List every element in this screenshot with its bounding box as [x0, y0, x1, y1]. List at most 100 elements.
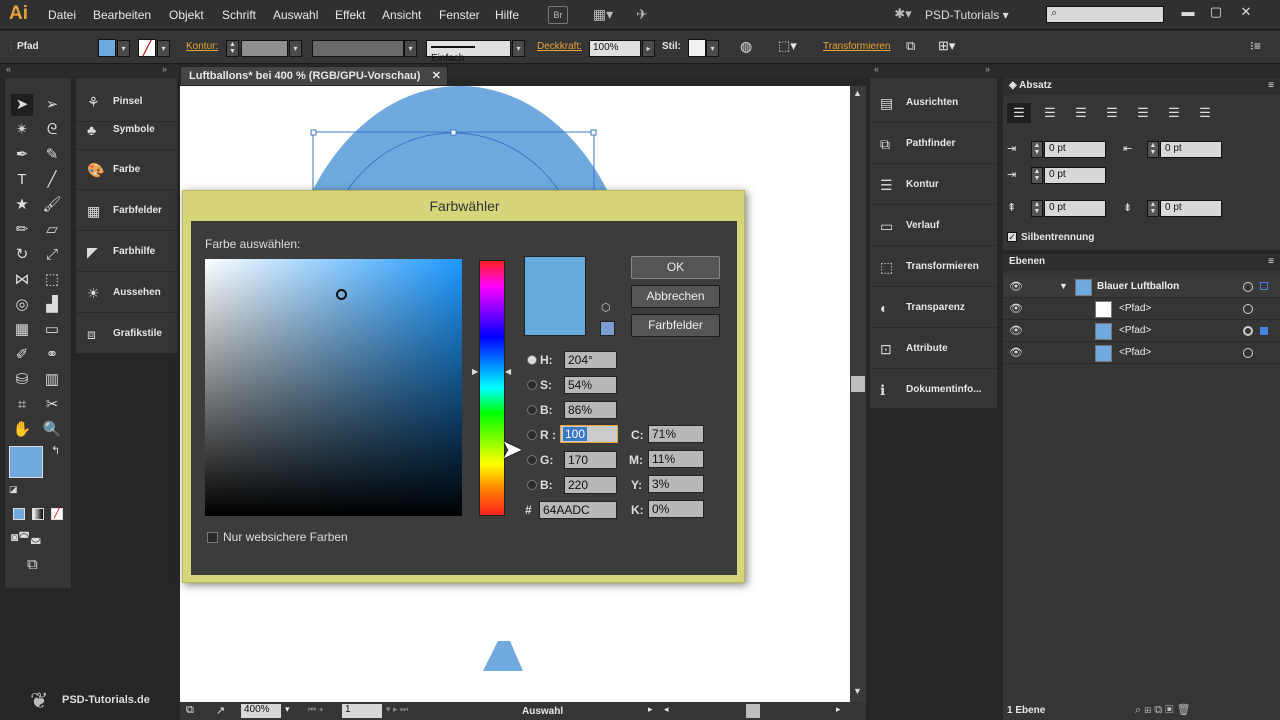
profile-dropdown[interactable]: ▾	[404, 40, 417, 57]
type-tool-icon[interactable]: T	[11, 169, 33, 191]
web-safe-checkbox[interactable]	[207, 532, 218, 543]
color-mode-icon[interactable]	[13, 508, 25, 520]
scroll-down-icon[interactable]: ▼	[853, 686, 862, 696]
screen-mode-icon[interactable]: ⧉	[27, 556, 38, 573]
panel-pathfinder[interactable]: ⧉ Pathfinder	[870, 123, 997, 164]
balloon-knot[interactable]	[483, 641, 523, 671]
visibility-eye-icon[interactable]: 👁	[1009, 280, 1023, 294]
radio-s[interactable]	[527, 380, 537, 390]
menu-schrift[interactable]: Schrift	[222, 8, 256, 22]
field-brightness[interactable]: 86%	[564, 401, 617, 419]
visibility-eye-icon[interactable]: 👁	[1009, 346, 1023, 360]
dock-expand-icon[interactable]: »	[985, 64, 990, 74]
align-center-icon[interactable]: ☰	[1038, 103, 1062, 123]
radio-blue[interactable]	[527, 480, 537, 490]
expand-triangle-icon[interactable]: ▼	[1059, 281, 1068, 291]
justify-all-icon[interactable]: ☰	[1193, 103, 1217, 123]
panel-menu-icon[interactable]: ⁝≡	[1250, 39, 1261, 53]
hscroll-left-icon[interactable]: ◂	[664, 704, 669, 715]
align-to-icon[interactable]: ⬚▾	[778, 38, 797, 54]
brush-definition[interactable]: Einfach	[426, 40, 511, 64]
panel-transparenz[interactable]: ◐ Transparenz	[870, 287, 997, 328]
field-blue[interactable]: 220	[564, 476, 617, 494]
panel-dokumentinfo[interactable]: ℹ Dokumentinfo...	[870, 369, 997, 410]
panel-kontur[interactable]: ☰ Kontur	[870, 164, 997, 205]
justify-right-icon[interactable]: ☰	[1162, 103, 1186, 123]
dock-collapse-icon[interactable]: «	[874, 64, 879, 74]
space-after-field[interactable]: 0 pt	[1160, 200, 1222, 217]
recolor-icon[interactable]: ◍	[740, 38, 752, 55]
scale-tool-icon[interactable]: ⤢	[41, 244, 63, 266]
justify-center-icon[interactable]: ☰	[1131, 103, 1155, 123]
opacity-link[interactable]: Deckkraft:	[537, 41, 582, 52]
color-picker-circle[interactable]	[336, 289, 347, 300]
kontur-link[interactable]: Kontur:	[186, 41, 218, 52]
curvature-tool-icon[interactable]: ✎	[41, 144, 63, 166]
menu-effekt[interactable]: Effekt	[335, 8, 365, 22]
panel-ausrichten[interactable]: ▤ Ausrichten	[870, 82, 997, 123]
right-indent-spinner[interactable]: ▲ ▼	[1147, 141, 1159, 158]
panel-farbe[interactable]: 🎨 Farbe	[76, 150, 177, 190]
target-selected-icon[interactable]	[1243, 326, 1253, 336]
handle-top-right[interactable]	[590, 129, 597, 136]
variable-width-profile[interactable]	[312, 40, 404, 57]
panel-transformieren[interactable]: ⬚ Transformieren	[870, 246, 997, 287]
field-y[interactable]: 3%	[648, 475, 704, 493]
artboard-first-icon[interactable]: ⏮ ◂	[308, 704, 323, 715]
menu-fenster[interactable]: Fenster	[439, 8, 480, 22]
graphic-style-swatch[interactable]	[688, 39, 706, 57]
field-r[interactable]: 100	[560, 425, 618, 443]
panel-menu-icon[interactable]: ≡	[1268, 256, 1274, 267]
close-button[interactable]: ✕	[1234, 4, 1258, 20]
transform-link[interactable]: Transformieren	[823, 41, 890, 52]
panel-aussehen[interactable]: ☀ Aussehen	[76, 273, 177, 313]
eraser-tool-icon[interactable]: ▱	[41, 219, 63, 241]
panel-attribute[interactable]: ⊡ Attribute	[870, 328, 997, 369]
menu-hilfe[interactable]: Hilfe	[495, 8, 519, 22]
align-right-icon[interactable]: ☰	[1069, 103, 1093, 123]
close-tab-icon[interactable]: ✕	[432, 69, 441, 82]
hand-tool-icon[interactable]: ✋	[11, 419, 33, 441]
layer-row[interactable]: 👁 ▼ Blauer Luftballon	[1003, 277, 1280, 298]
first-indent-spinner[interactable]: ▲ ▼	[1031, 167, 1043, 184]
pen-tool-icon[interactable]: ✒	[11, 144, 33, 166]
target-icon[interactable]	[1243, 304, 1253, 314]
stroke-swatch[interactable]: ╱	[138, 39, 156, 57]
stroke-weight-dropdown[interactable]: ▾	[289, 40, 302, 57]
selection-indicator[interactable]	[1260, 282, 1268, 290]
sync-settings-icon[interactable]: ✱▾	[890, 6, 916, 24]
artboard-next-icon[interactable]: ▾ ▸ ⏭	[386, 704, 408, 715]
lasso-tool-icon[interactable]: ᘓ	[41, 119, 63, 141]
fill-dropdown[interactable]: ▾	[117, 40, 130, 57]
fill-color-box[interactable]	[9, 446, 43, 478]
swap-colors-icon[interactable]: ↰	[51, 444, 60, 457]
document-tab[interactable]: Luftballons* bei 400 % (RGB/GPU-Vorschau…	[180, 66, 448, 86]
visibility-eye-icon[interactable]: 👁	[1009, 302, 1023, 316]
layer-actions-icons[interactable]: ⌕ ⊞ ⧉ ▣ 🗑	[1135, 703, 1191, 717]
target-icon[interactable]	[1243, 348, 1253, 358]
free-transform-tool-icon[interactable]: ⬚	[41, 269, 63, 291]
collapse-arrows-icon[interactable]: «	[6, 64, 11, 74]
zoom-dropdown[interactable]: ▾	[285, 704, 290, 715]
menu-auswahl[interactable]: Auswahl	[273, 8, 318, 22]
justify-left-icon[interactable]: ☰	[1100, 103, 1124, 123]
perspective-grid-tool-icon[interactable]: ▟	[41, 294, 63, 316]
panel-grafikstile[interactable]: ⧈ Grafikstile	[76, 314, 177, 354]
slice-tool-icon[interactable]: ✂	[41, 394, 63, 416]
layer-row[interactable]: 👁 <Pfad>	[1003, 321, 1280, 342]
field-h[interactable]: 204°	[564, 351, 617, 369]
field-c[interactable]: 71%	[648, 425, 704, 443]
hyphenation-checkbox[interactable]: ✓	[1007, 232, 1017, 242]
panel-menu-icon[interactable]: ≡	[1268, 80, 1274, 91]
maximize-button[interactable]: ▢	[1204, 4, 1228, 20]
shape-builder-tool-icon[interactable]: ◎	[11, 294, 33, 316]
column-graph-tool-icon[interactable]: ▥	[41, 369, 63, 391]
field-k[interactable]: 0%	[648, 500, 704, 518]
layer-row[interactable]: 👁 <Pfad>	[1003, 343, 1280, 364]
panel-farbfelder[interactable]: ▦ Farbfelder	[76, 191, 177, 231]
radio-h[interactable]	[527, 355, 537, 365]
zoom-field[interactable]: 400%	[241, 704, 281, 718]
stroke-weight-field[interactable]	[241, 40, 288, 57]
star-tool-icon[interactable]: ★	[11, 194, 33, 216]
gradient-mode-icon[interactable]	[32, 508, 44, 520]
